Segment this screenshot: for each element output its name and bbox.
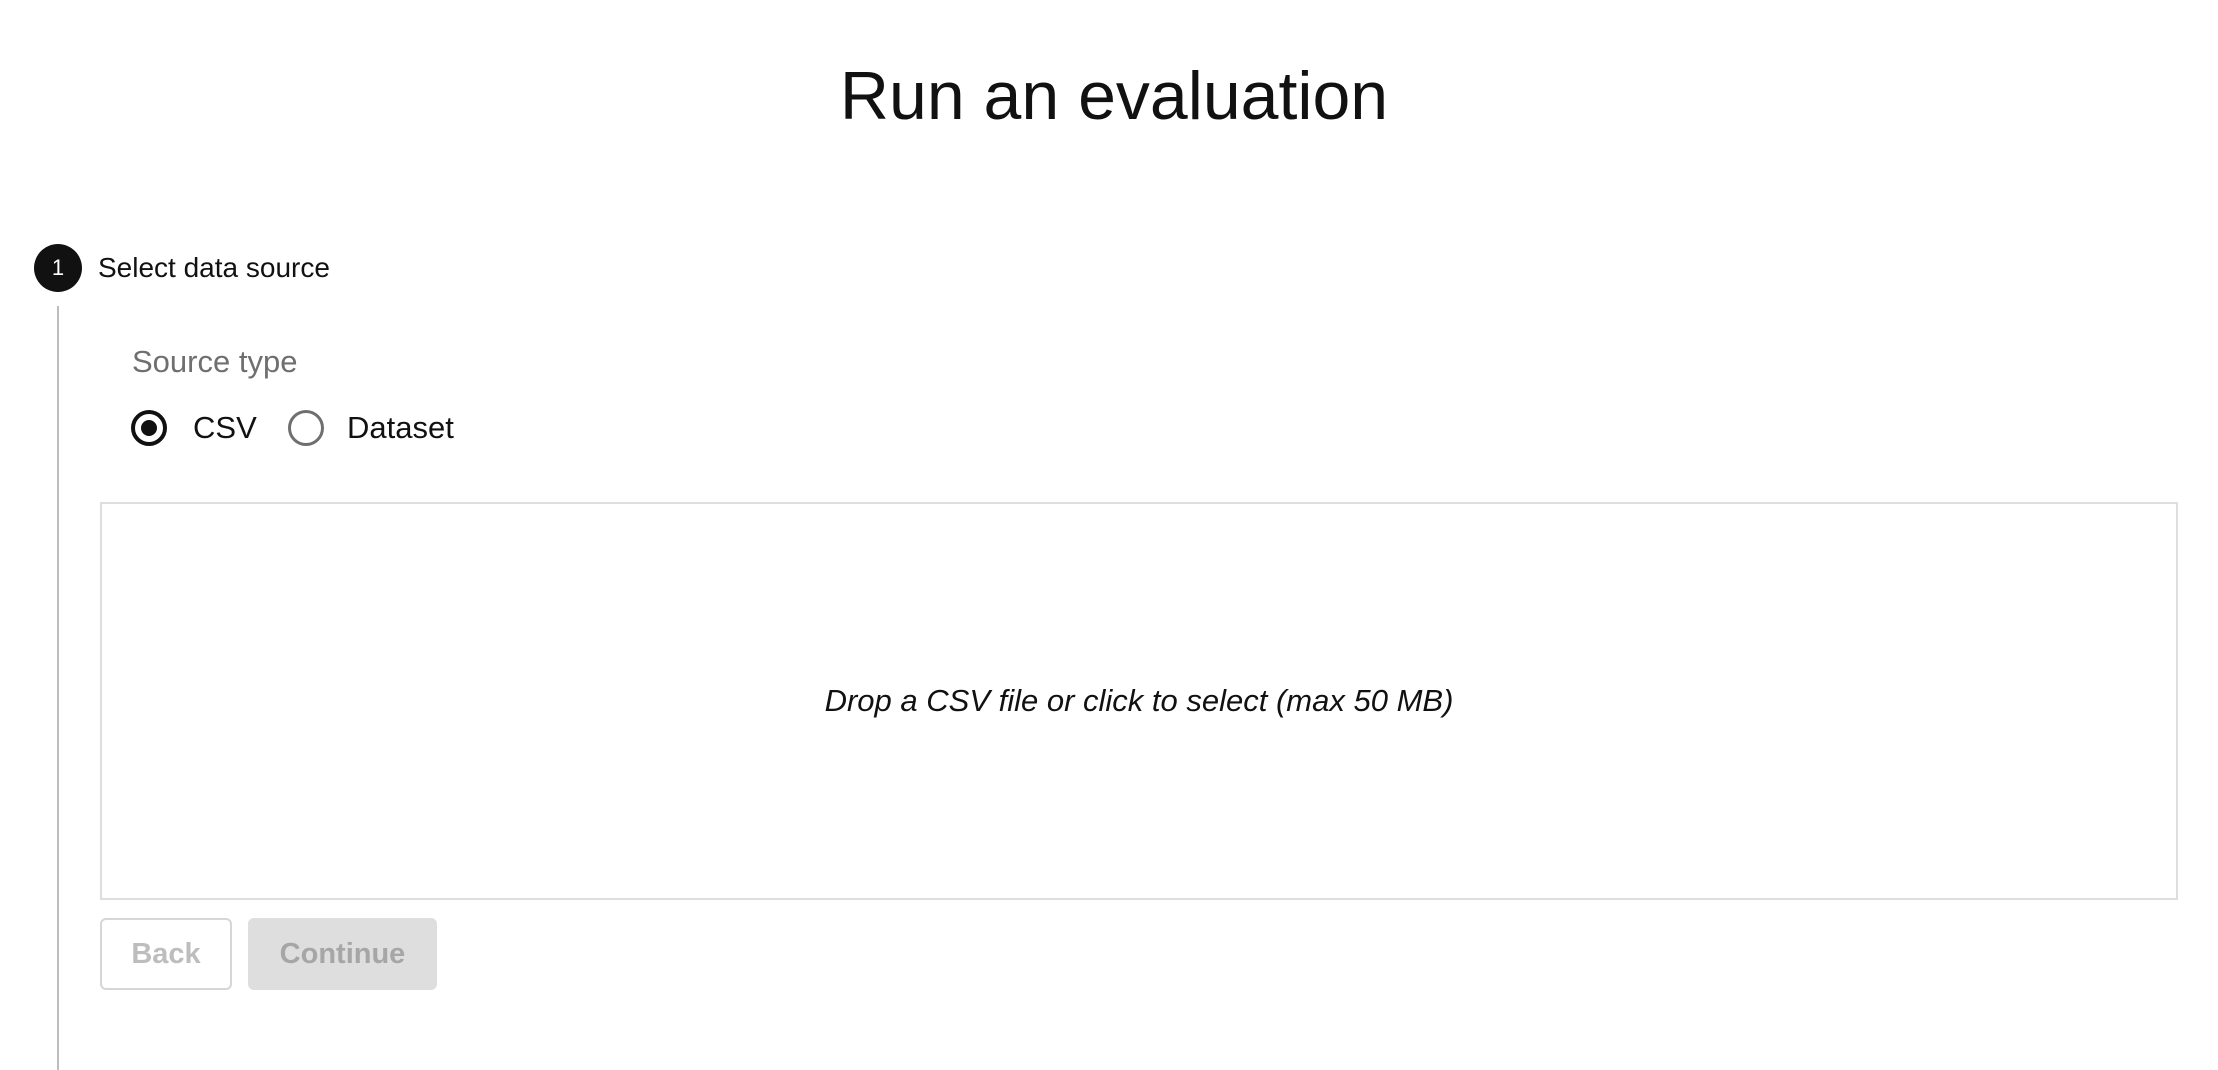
step-title: Select data source: [98, 252, 330, 283]
radio-option-dataset[interactable]: Dataset: [288, 406, 454, 450]
step-connector-line: [57, 306, 59, 1070]
radio-option-csv[interactable]: CSV: [131, 406, 257, 450]
csv-dropzone[interactable]: Drop a CSV file or click to select (max …: [100, 502, 2178, 900]
radio-dot-icon: [141, 420, 157, 436]
source-type-label: Source type: [132, 344, 298, 379]
dropzone-instruction: Drop a CSV file or click to select (max …: [824, 683, 1454, 718]
continue-button[interactable]: Continue: [248, 918, 437, 990]
back-button[interactable]: Back: [100, 918, 232, 990]
radio-unchecked-icon[interactable]: [288, 410, 324, 446]
step-number-badge: 1: [34, 244, 82, 292]
page-title: Run an evaluation: [839, 58, 1389, 134]
radio-label-dataset: Dataset: [347, 410, 454, 445]
radio-label-csv: CSV: [193, 410, 257, 445]
radio-checked-icon[interactable]: [131, 410, 167, 446]
